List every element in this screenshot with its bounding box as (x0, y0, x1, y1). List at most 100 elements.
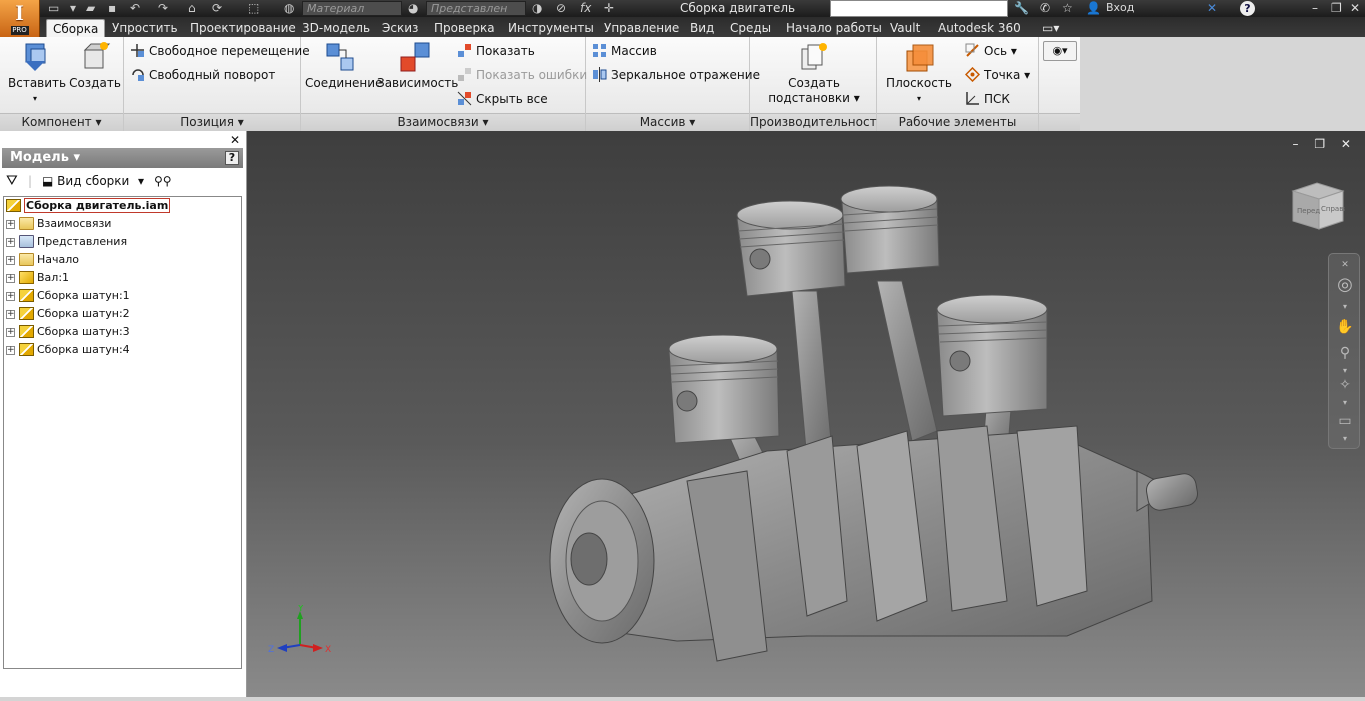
expand-icon[interactable]: + (6, 309, 15, 319)
free-rotate-button[interactable]: Свободный поворот (130, 65, 275, 85)
tab-manage[interactable]: Управление (598, 19, 685, 37)
tab-simplify[interactable]: Упростить (106, 19, 184, 37)
hide-all-button[interactable]: Скрыть все (457, 89, 548, 109)
zoom-icon[interactable]: ⚲ (1335, 344, 1355, 362)
viewcube[interactable]: Перед Справа (1287, 181, 1345, 231)
viewcube-front-label[interactable]: Перед (1297, 207, 1320, 215)
filter-icon[interactable]: ⛛ (6, 171, 18, 191)
panel-component-title[interactable]: Компонент ▾ (0, 113, 123, 131)
browser-help-icon[interactable]: ? (225, 151, 239, 165)
plane-button[interactable]: Плоскость ▾ (883, 41, 955, 106)
navbar-close-icon[interactable]: ✕ (1335, 256, 1355, 274)
help-search-input[interactable] (830, 0, 1008, 17)
panel-relationships-title[interactable]: Взаимосвязи ▾ (301, 113, 585, 131)
browser-title[interactable]: Модель ▾ (10, 150, 80, 165)
tree-node-origin[interactable]: + Начало (6, 251, 79, 269)
expand-icon[interactable]: + (6, 345, 15, 355)
browser-close-icon[interactable]: ✕ (230, 133, 240, 147)
tab-sketch[interactable]: Эскиз (376, 19, 424, 37)
fx-icon[interactable]: fx (580, 1, 591, 16)
tab-environments[interactable]: Среды (724, 19, 777, 37)
undo-icon[interactable]: ↶ (130, 1, 140, 16)
satellite-icon[interactable]: ✆ (1040, 1, 1050, 15)
wheel-dropdown-icon[interactable]: ▾ (1335, 298, 1355, 316)
tree-node-shaft[interactable]: + Вал:1 (6, 269, 69, 287)
adjust-icon[interactable]: ◑ (532, 1, 542, 16)
axis-button[interactable]: Ось ▾ (965, 41, 1017, 61)
open-icon[interactable]: ▰ (86, 1, 95, 16)
tree-node-conrod-1[interactable]: + Сборка шатун:1 (6, 287, 130, 305)
application-menu-button[interactable]: I PRO (0, 0, 40, 37)
minimize-button[interactable]: – (1312, 1, 1318, 15)
dropdown-icon[interactable]: ▾ (70, 1, 76, 16)
tab-autodesk-360[interactable]: Autodesk 360 (932, 19, 1027, 37)
graphics-viewport[interactable]: – ❐ ✕ Перед Справа ✕ ◎ ▾ ✋ ⚲ ▾ ✧ ▾ ▭ ▾ Y… (247, 131, 1365, 697)
tab-3d-model[interactable]: 3D-модель (296, 19, 376, 37)
select-icon[interactable]: ⬚ (248, 1, 259, 16)
material-dropdown[interactable]: Материал (302, 1, 402, 16)
expand-icon[interactable]: + (6, 327, 15, 337)
signin-link[interactable]: Вход (1106, 1, 1134, 14)
clear-appearance-icon[interactable]: ⊘ (556, 1, 566, 16)
view-dropdown-icon[interactable]: ▾ (138, 171, 144, 191)
orbit-icon[interactable]: ✧ (1335, 376, 1355, 394)
point-button[interactable]: Точка ▾ (964, 65, 1030, 85)
ribbon-options-dropdown[interactable]: ◉▾ (1043, 41, 1077, 61)
show-errors-button[interactable]: Показать ошибки (457, 65, 587, 85)
joint-button[interactable]: Соединение (305, 41, 382, 91)
look-at-icon[interactable]: ▭ (1335, 412, 1355, 430)
redo-icon[interactable]: ↷ (158, 1, 168, 16)
tab-inspect[interactable]: Проверка (428, 19, 501, 37)
tree-node-conrod-4[interactable]: + Сборка шатун:4 (6, 341, 130, 359)
tab-assemble[interactable]: Сборка (46, 19, 106, 37)
steering-wheel-icon[interactable]: ◎ (1335, 276, 1355, 294)
update-icon[interactable]: ⟳ (212, 1, 222, 16)
tree-node-relationships[interactable]: + Взаимосвязи (6, 215, 111, 233)
tree-node-representations[interactable]: + Представления (6, 233, 127, 251)
browser-header[interactable]: Модель ▾ ? (2, 148, 243, 168)
expand-icon[interactable]: + (6, 291, 15, 301)
panel-position-title[interactable]: Позиция ▾ (124, 113, 300, 131)
panel-pattern-title[interactable]: Массив ▾ (586, 113, 749, 131)
pattern-button[interactable]: Массив (592, 41, 657, 61)
tree-node-root[interactable]: Сборка двигатель.iam (6, 197, 171, 215)
expand-icon[interactable]: + (6, 219, 15, 229)
help-button[interactable]: ? (1240, 1, 1255, 16)
tab-get-started[interactable]: Начало работы (780, 19, 888, 37)
create-button[interactable]: Создать (68, 41, 122, 91)
measure-icon[interactable]: ✛ (604, 1, 614, 16)
assembly-view-dropdown[interactable]: ⬓ Вид сборки (42, 171, 129, 191)
find-icon[interactable]: ⚲⚲ (154, 171, 172, 191)
exchange-icon[interactable]: ✕ (1207, 1, 1217, 15)
expand-icon[interactable]: + (6, 237, 15, 247)
home-icon[interactable]: ⌂ (188, 1, 196, 16)
mirror-button[interactable]: Зеркальное отражение (592, 65, 760, 85)
navbar-customize-icon[interactable]: ▾ (1335, 430, 1355, 448)
tab-view[interactable]: Вид (684, 19, 720, 37)
expand-icon[interactable]: + (6, 273, 15, 283)
orbit-dropdown-icon[interactable]: ▾ (1335, 394, 1355, 412)
save-icon[interactable]: ▪ (108, 1, 116, 16)
tab-overflow-icon[interactable]: ▭▾ (1036, 19, 1065, 37)
free-move-button[interactable]: Свободное перемещение (130, 41, 310, 61)
new-icon[interactable]: ▭ (48, 1, 59, 16)
tools-icon[interactable]: 🔧 (1014, 1, 1029, 15)
appearance-dropdown[interactable]: Представлен (426, 1, 526, 16)
engine-model[interactable] (247, 131, 1365, 697)
insert-button[interactable]: Вставить ▾ (8, 41, 66, 106)
restore-button[interactable]: ❐ (1331, 1, 1342, 15)
tab-vault[interactable]: Vault (884, 19, 926, 37)
viewcube-right-label[interactable]: Справа (1321, 205, 1345, 213)
ucs-button[interactable]: ПСК (965, 89, 1010, 109)
close-button[interactable]: ✕ (1350, 1, 1360, 15)
create-substitute-button[interactable]: Создать подстановки ▾ (764, 41, 864, 106)
expand-icon[interactable]: + (6, 255, 15, 265)
show-button[interactable]: Показать (457, 41, 535, 61)
constrain-button[interactable]: Зависимость (377, 41, 458, 91)
favorites-icon[interactable]: ☆ (1062, 1, 1073, 15)
tab-tools[interactable]: Инструменты (502, 19, 600, 37)
tree-node-conrod-2[interactable]: + Сборка шатун:2 (6, 305, 130, 323)
pan-icon[interactable]: ✋ (1335, 318, 1355, 336)
tree-node-conrod-3[interactable]: + Сборка шатун:3 (6, 323, 130, 341)
tab-design[interactable]: Проектирование (184, 19, 302, 37)
